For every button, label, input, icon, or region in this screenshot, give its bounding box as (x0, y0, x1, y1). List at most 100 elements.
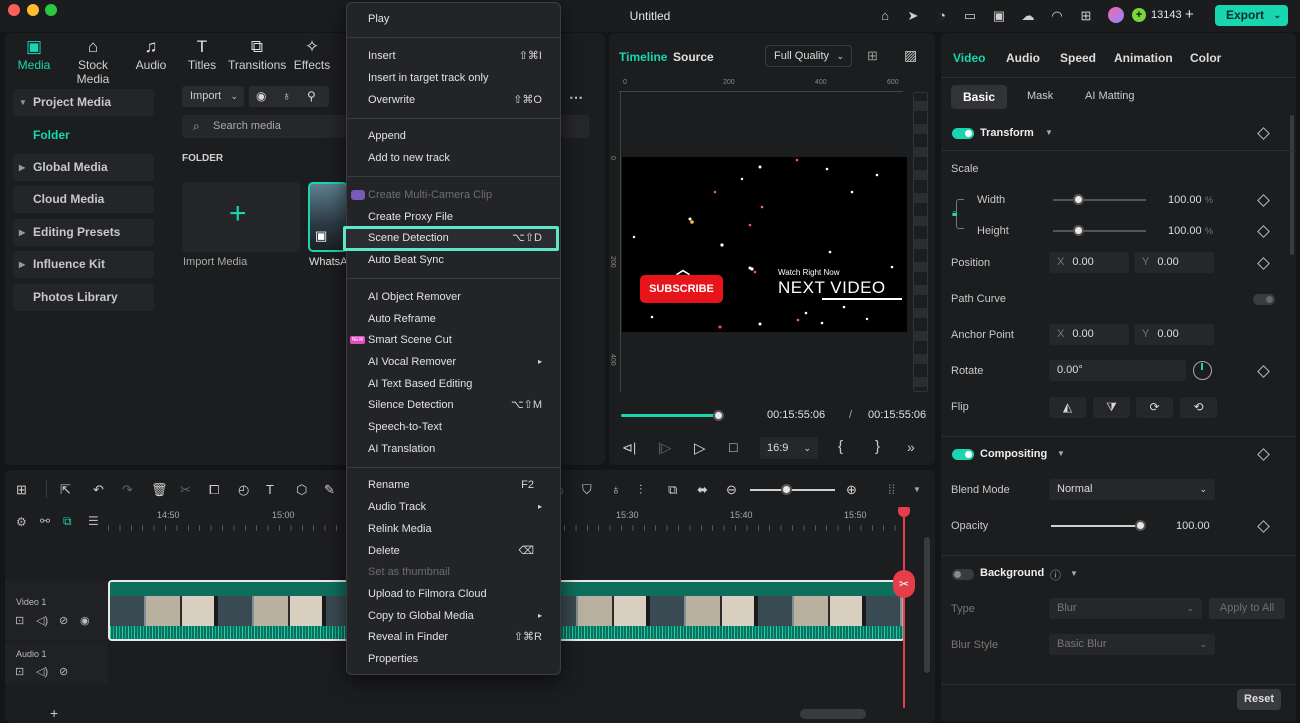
menu-item-play[interactable]: Play (368, 10, 548, 28)
opacity-slider[interactable] (1051, 525, 1141, 527)
undo-icon[interactable]: ↶ (93, 482, 104, 498)
link-icon[interactable]: ⧉ (63, 514, 72, 529)
rotate-clockwise-icon[interactable]: ⟳ (1136, 397, 1173, 418)
shield-icon[interactable]: ⛉ (582, 482, 592, 498)
add-track-button[interactable]: + (50, 705, 58, 721)
record-screen-icon[interactable]: ◉ (256, 89, 266, 103)
aspect-ratio-dropdown[interactable]: 16:9 ⌄ (760, 437, 818, 459)
lock-icon[interactable]: 🔒︎ (952, 208, 957, 219)
import-dropdown[interactable]: Import ⌄ (182, 86, 244, 107)
tab-color[interactable]: Color (1190, 51, 1221, 65)
sidebar-item-editing-presets[interactable]: ▶ Editing Presets (13, 219, 154, 246)
caret-down-icon[interactable]: ▼ (913, 485, 921, 494)
select-tool-icon[interactable]: ⇱ (60, 482, 71, 498)
delete-icon[interactable]: 🗑︎ (151, 482, 168, 498)
anchor-x-field[interactable]: X 0.00 (1049, 324, 1129, 345)
tab-audio-inspector[interactable]: Audio (1006, 51, 1040, 65)
rotate-dial[interactable] (1193, 361, 1212, 380)
previous-frame-icon[interactable]: ⊲| (622, 440, 636, 456)
menu-item-create-proxy[interactable]: Create Proxy File (368, 208, 548, 226)
speed-icon[interactable]: ◴ (238, 482, 249, 498)
tab-media[interactable]: ▣ Media (16, 36, 52, 72)
voiceover-icon[interactable]: ⚲ (307, 89, 316, 103)
play-reverse-icon[interactable]: |▷ (658, 440, 671, 456)
menu-item-create-multicam[interactable]: Create Multi-Camera Clip (351, 186, 548, 204)
menu-item-reveal-finder[interactable]: Reveal in Finder ⇧⌘R (368, 628, 548, 646)
menu-item-append[interactable]: Append (368, 127, 548, 145)
tab-stock-media[interactable]: ⌂ Stock Media (60, 36, 126, 86)
caret-down-icon[interactable]: ▼ (1070, 569, 1078, 578)
shapes-icon[interactable]: ⬡ (296, 482, 307, 498)
eye-icon[interactable]: ◉ (80, 614, 90, 627)
subtab-mask[interactable]: Mask (1027, 90, 1053, 102)
blend-mode-dropdown[interactable]: Normal ⌄ (1049, 479, 1215, 500)
width-slider-knob[interactable] (1073, 194, 1084, 205)
apply-to-all-button[interactable]: Apply to All (1209, 598, 1285, 619)
inspector-scrollbar[interactable] (1290, 115, 1294, 255)
height-slider-knob[interactable] (1073, 225, 1084, 236)
mark-out-icon[interactable]: } (875, 438, 880, 455)
avatar[interactable] (1108, 7, 1124, 23)
disable-track-icon[interactable]: ⊘ (59, 614, 68, 627)
help-icon[interactable]: ⓘ (1050, 567, 1061, 583)
pen-icon[interactable]: ✎ (324, 482, 335, 498)
subtab-ai-matting[interactable]: AI Matting (1085, 90, 1135, 102)
zoom-slider[interactable] (750, 489, 835, 491)
more-controls-icon[interactable]: » (907, 439, 915, 455)
menu-item-insert[interactable]: Insert ⇧⌘I (368, 47, 548, 65)
play-icon[interactable]: ▷ (694, 439, 706, 457)
stop-icon[interactable]: □ (729, 439, 737, 455)
headset-icon[interactable]: ◠ (1049, 8, 1065, 24)
snapshot-icon[interactable]: ▨ (904, 47, 917, 64)
settings-gear-icon[interactable]: ⚙ (16, 515, 27, 529)
reset-button[interactable]: Reset (1237, 689, 1281, 710)
caret-down-icon[interactable]: ▼ (1045, 128, 1053, 137)
disable-track-icon[interactable]: ⊘ (59, 665, 68, 678)
zoom-in-icon[interactable]: ⊕ (846, 482, 857, 498)
menu-item-auto-beat-sync[interactable]: Auto Beat Sync (368, 251, 548, 269)
microphone-record-icon[interactable]: ♁ (611, 482, 621, 497)
flip-horizontal-icon[interactable]: ◭ (1049, 397, 1086, 418)
add-credits-icon[interactable]: + (1185, 6, 1194, 23)
tab-video[interactable]: Video (953, 51, 985, 65)
sidebar-item-influence-kit[interactable]: ▶ Influence Kit (13, 251, 154, 278)
layout-grid-icon[interactable]: ⊞ (16, 482, 27, 498)
gift-icon[interactable]: ⌂ (877, 8, 893, 24)
apps-grid-icon[interactable]: ⊞ (1078, 8, 1094, 24)
timeline-vscrollbar[interactable] (922, 535, 932, 675)
timeline-hscrollbar[interactable] (800, 709, 866, 719)
split-icon[interactable]: ✂ (180, 482, 191, 498)
width-slider[interactable] (1053, 199, 1146, 201)
height-value[interactable]: 100.00 (1168, 225, 1202, 237)
menu-item-set-thumbnail[interactable]: Set as thumbnail (368, 563, 548, 581)
save-icon[interactable]: ▣ (991, 8, 1007, 24)
mute-track-icon[interactable]: ◁) (36, 614, 48, 627)
track-manager-icon[interactable]: ☰ (88, 514, 99, 528)
sidebar-item-photos-library[interactable]: Photos Library (13, 284, 154, 311)
view-options-icon[interactable]: ⁞⁞ (888, 482, 895, 497)
search-input[interactable]: ⌕ Search media (182, 115, 347, 138)
menu-item-delete[interactable]: Delete ⌫ (368, 542, 548, 560)
tab-transitions[interactable]: ⧉ Transitions (228, 36, 286, 72)
redo-icon[interactable]: ↷ (122, 482, 133, 498)
monitor-icon[interactable]: ▭ (962, 8, 978, 24)
flip-vertical-icon[interactable]: ⧩ (1093, 397, 1130, 418)
width-value[interactable]: 100.00 (1168, 194, 1202, 206)
menu-item-audio-track[interactable]: Audio Track ▸ (368, 498, 548, 516)
media-clip-thumbnail[interactable]: ▣ (308, 182, 348, 252)
menu-item-ai-object-remover[interactable]: AI Object Remover (368, 288, 548, 306)
transform-toggle[interactable] (952, 128, 974, 139)
position-x-field[interactable]: X 0.00 (1049, 252, 1129, 273)
audio-mixer-icon[interactable]: ⫶ (639, 482, 642, 498)
menu-item-smart-scene-cut[interactable]: NEW Smart Scene Cut (350, 331, 548, 349)
grid-view-icon[interactable]: ⊞ (867, 48, 878, 64)
tab-effects[interactable]: ✧ Effects (292, 36, 332, 72)
menu-item-properties[interactable]: Properties (368, 650, 548, 668)
opacity-value[interactable]: 100.00 (1176, 520, 1210, 532)
lock-track-icon[interactable]: ⊡ (15, 614, 24, 627)
menu-item-scene-detection[interactable]: Scene Detection ⌥⇧D (368, 229, 548, 247)
sidebar-item-global-media[interactable]: ▶ Global Media (13, 154, 154, 181)
support-icon[interactable]: ◔ (934, 8, 950, 24)
crop-icon[interactable]: ⧠ (209, 482, 219, 498)
menu-item-silence-detection[interactable]: Silence Detection ⌥⇧M (368, 396, 548, 414)
